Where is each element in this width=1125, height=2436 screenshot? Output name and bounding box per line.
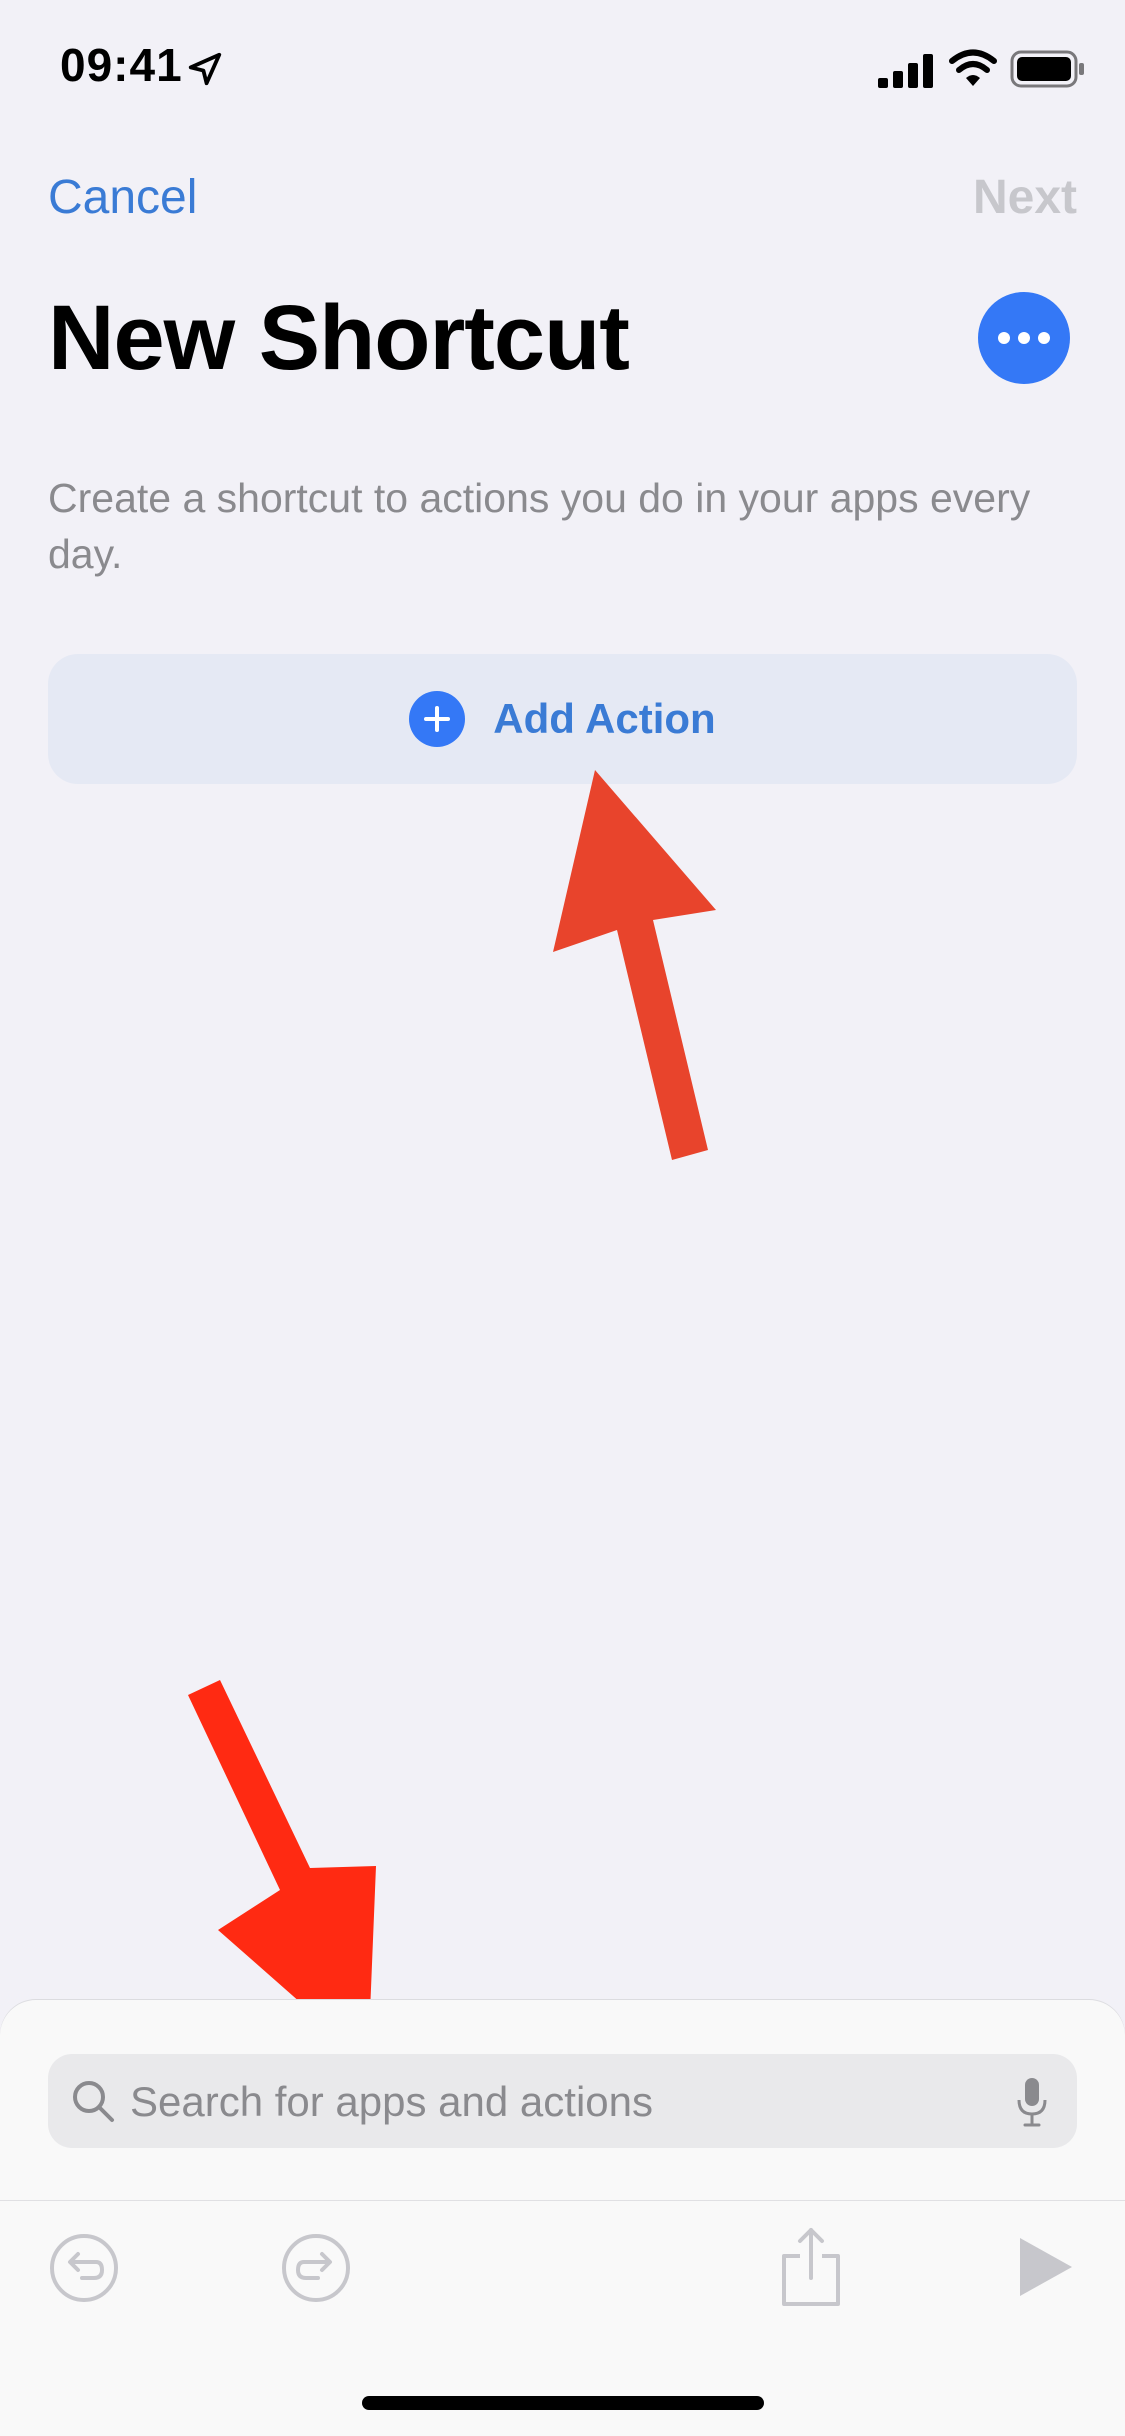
undo-icon[interactable] <box>48 2232 120 2304</box>
play-icon[interactable] <box>1008 2232 1078 2302</box>
page-title: New Shortcut <box>48 287 630 389</box>
redo-icon[interactable] <box>280 2232 352 2304</box>
add-action-label: Add Action <box>493 695 716 742</box>
ellipsis-icon <box>998 332 1050 344</box>
location-arrow-icon <box>188 52 222 86</box>
status-time: 09:41 <box>60 39 183 91</box>
description-text: Create a shortcut to actions you do in y… <box>48 475 1031 577</box>
home-indicator <box>362 2396 764 2410</box>
next-button[interactable]: Next <box>973 170 1077 225</box>
battery-icon <box>1010 50 1084 88</box>
annotation-arrow-up <box>553 770 716 1160</box>
microphone-icon[interactable] <box>1015 2076 1049 2128</box>
cellular-signal-icon <box>878 54 933 88</box>
more-options-button[interactable] <box>978 292 1070 384</box>
search-input[interactable] <box>128 2054 1012 2150</box>
share-icon[interactable] <box>776 2226 846 2308</box>
bottom-sheet <box>0 2000 1125 2436</box>
search-bar[interactable] <box>48 2054 1077 2150</box>
toolbar-divider <box>0 2200 1125 2201</box>
cancel-button[interactable]: Cancel <box>48 170 197 225</box>
status-bar: 09:41 <box>0 0 1125 140</box>
search-icon <box>73 2081 114 2122</box>
plus-circle-icon <box>409 691 466 747</box>
add-action-button[interactable]: Add Action <box>48 654 1077 784</box>
wifi-icon <box>949 49 997 86</box>
